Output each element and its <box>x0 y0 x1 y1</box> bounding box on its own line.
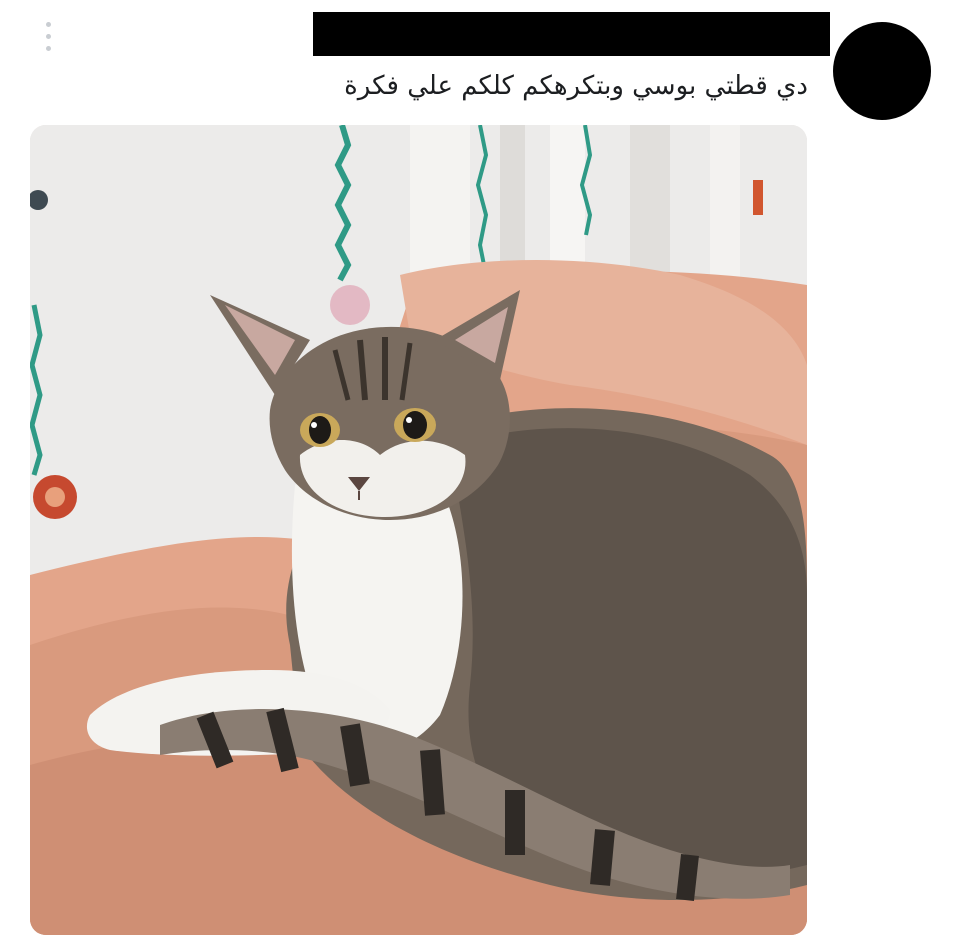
cat-photo-illustration <box>30 125 807 935</box>
post-card: دي قطتي بوسي وبتكرهكم كلكم علي فكرة <box>0 0 960 952</box>
more-dot <box>45 45 51 51</box>
more-dot <box>45 33 51 39</box>
more-vertical-icon <box>45 21 51 27</box>
author-name-redaction <box>313 12 830 56</box>
post-text: دي قطتي بوسي وبتكرهكم كلكم علي فكرة <box>344 71 808 101</box>
more-options-button[interactable] <box>36 16 60 56</box>
post-photo[interactable] <box>30 125 807 935</box>
avatar[interactable] <box>833 22 931 120</box>
